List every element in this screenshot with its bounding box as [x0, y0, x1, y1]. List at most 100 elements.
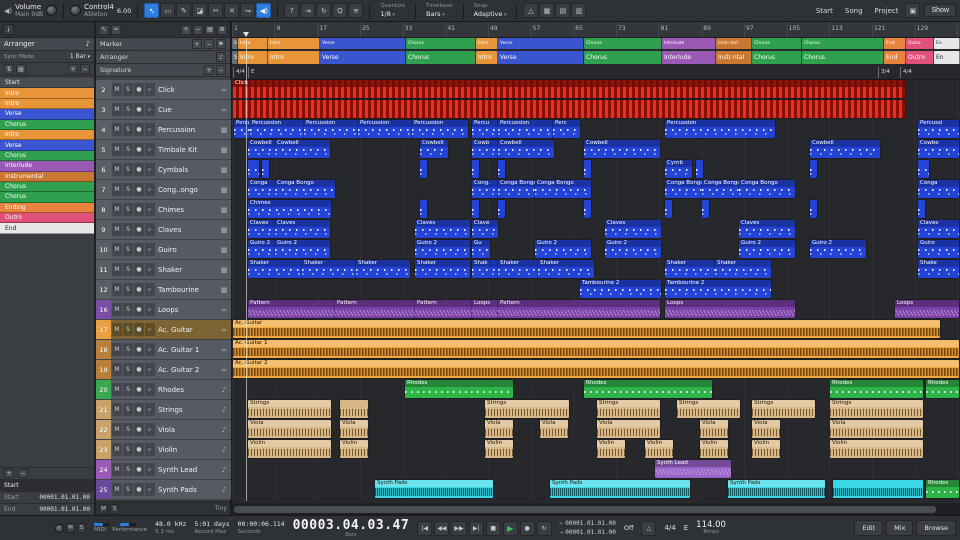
- clip-viola[interactable]: Viola: [248, 420, 331, 438]
- track-row-cymbals[interactable]: 6 M S ● ▹ Cymbals ▦: [96, 160, 231, 179]
- clip-cowbell[interactable]: Cowbell: [248, 140, 275, 158]
- clip-conga-bongo[interactable]: Conga Bongo: [535, 180, 591, 198]
- master-mute-button[interactable]: M: [66, 523, 75, 533]
- signature-marker[interactable]: 4/4: [233, 67, 245, 78]
- signature-marker[interactable]: 3/4: [878, 67, 890, 78]
- mute-button[interactable]: M: [112, 303, 122, 316]
- clip-shake[interactable]: Shake: [918, 260, 959, 278]
- clip-claves[interactable]: Claves: [918, 220, 959, 238]
- clip-loops[interactable]: Loops: [895, 300, 959, 318]
- arranger-segment-intro[interactable]: Intro: [238, 51, 268, 64]
- mute-button[interactable]: M: [112, 183, 122, 196]
- rewind-button[interactable]: ◀◀: [434, 520, 450, 536]
- clip-chimes[interactable]: [472, 200, 479, 218]
- clip-strings[interactable]: Strings: [248, 400, 331, 418]
- clip-percussi[interactable]: Percussi: [918, 120, 959, 138]
- clip-loops[interactable]: Loops: [472, 300, 498, 318]
- clip-cymbals[interactable]: [262, 160, 269, 178]
- clip-viola[interactable]: Viola: [700, 420, 728, 438]
- mute-button[interactable]: M: [112, 163, 122, 176]
- track-row-violin[interactable]: 23 M S ● ▹ Violin ♪: [96, 440, 231, 459]
- clip-shaker[interactable]: Shaker: [248, 260, 302, 278]
- track-row-ac-guitar[interactable]: 17 M S ● ▹ Ac. Guitar ≈: [96, 320, 231, 339]
- clip-rhodes[interactable]: Rhodes: [584, 380, 712, 398]
- mix-button[interactable]: Mix: [886, 520, 914, 536]
- selected-section-row[interactable]: Start: [0, 479, 94, 491]
- solo-button[interactable]: S: [123, 283, 133, 296]
- clip-tambourine-2[interactable]: Tambourine 2: [580, 280, 661, 298]
- solo-button[interactable]: S: [123, 303, 133, 316]
- clip-rhodes[interactable]: Rhodes: [830, 380, 923, 398]
- arranger-remove-icon[interactable]: −: [80, 64, 90, 74]
- arranger-segment-intro[interactable]: Intro: [268, 38, 320, 49]
- clip-cymbals[interactable]: [498, 160, 505, 178]
- monitor-button[interactable]: ▹: [145, 403, 155, 416]
- page-tab-start[interactable]: Start: [813, 5, 836, 17]
- solo-button[interactable]: S: [123, 123, 133, 136]
- clip-claves[interactable]: Claves: [275, 220, 330, 238]
- solo-button[interactable]: S: [123, 223, 133, 236]
- zoom-icon[interactable]: Q: [332, 3, 348, 18]
- clip-clave[interactable]: Clave: [472, 220, 498, 238]
- arranger-segment-verse[interactable]: Verse: [320, 38, 406, 49]
- clip-violin[interactable]: Violin: [700, 440, 728, 458]
- clip-cymbals[interactable]: [696, 160, 703, 178]
- arranger-segment-verse[interactable]: Verse: [498, 51, 584, 64]
- arrow-tool[interactable]: ↖: [144, 3, 160, 18]
- clip-claves[interactable]: Claves: [415, 220, 470, 238]
- solo-button[interactable]: S: [123, 83, 133, 96]
- arranger-section-interlude[interactable]: Interlude: [0, 161, 94, 172]
- clip-guiro-2[interactable]: Guiro 2: [605, 240, 661, 258]
- mute-button[interactable]: M: [112, 143, 122, 156]
- clip-violin[interactable]: Violin: [752, 440, 780, 458]
- mute-button[interactable]: M: [112, 363, 122, 376]
- solo-button[interactable]: S: [123, 423, 133, 436]
- track-row-synth-lead[interactable]: 24 M S ● ▹ Synth Lead ♪: [96, 460, 231, 479]
- clip-click[interactable]: Click: [233, 80, 905, 98]
- arranger-segment-en[interactable]: En: [934, 51, 960, 64]
- track-arrow-icon[interactable]: ↖: [99, 24, 109, 35]
- clip-rhodes[interactable]: Rhodes: [405, 380, 513, 398]
- clip-guiro-2[interactable]: Guiro 2: [810, 240, 866, 258]
- record-arm-button[interactable]: ●: [134, 423, 144, 436]
- monitor-button[interactable]: ▹: [145, 303, 155, 316]
- clip-conga-bongo[interactable]: Conga Bongo: [665, 180, 702, 198]
- clip-guiro-2[interactable]: Guiro 2: [248, 240, 275, 258]
- solo-button[interactable]: S: [123, 263, 133, 276]
- track-row-loops[interactable]: 16 M S ● ▹ Loops ≈: [96, 300, 231, 319]
- metronome-icon[interactable]: △: [523, 3, 539, 18]
- arranger-section-chorus[interactable]: Chorus: [0, 192, 94, 203]
- arranger-segment-chorus[interactable]: Chorus: [406, 51, 476, 64]
- clip-strings[interactable]: Strings: [597, 400, 660, 418]
- clip-percu[interactable]: Percu: [472, 120, 498, 138]
- clip-shaker[interactable]: Shaker: [356, 260, 410, 278]
- clip-guiro-2[interactable]: Guiro 2: [275, 240, 330, 258]
- clip-violin[interactable]: Violin: [830, 440, 923, 458]
- clip-chimes[interactable]: Chimes: [248, 200, 331, 218]
- global-mute-button[interactable]: M: [99, 503, 108, 514]
- track-height-select[interactable]: Tiny: [214, 505, 227, 512]
- range-tool[interactable]: ▭: [160, 3, 176, 18]
- master-knob[interactable]: [55, 523, 64, 533]
- forward-button[interactable]: ▶▶: [451, 520, 467, 536]
- track-row-shaker[interactable]: 11 M S ● ▹ Shaker ▦: [96, 260, 231, 279]
- clip-area[interactable]: ClickPercusPercussionPercussionPercussio…: [232, 80, 960, 500]
- marker-add-icon[interactable]: +: [192, 39, 202, 49]
- monitor-button[interactable]: ▹: [145, 83, 155, 96]
- monitor-button[interactable]: ▹: [145, 103, 155, 116]
- bend-tool[interactable]: ↝: [240, 3, 256, 18]
- global-solo-button[interactable]: S: [110, 503, 119, 514]
- clip-cymbals[interactable]: [248, 160, 259, 178]
- monitor-button[interactable]: ▹: [145, 363, 155, 376]
- inspector-toggle-icon[interactable]: i: [3, 24, 14, 35]
- clip-viola[interactable]: Viola: [485, 420, 513, 438]
- horizontal-scrollbar[interactable]: [232, 502, 960, 515]
- arranger-segment-outro[interactable]: Outro: [906, 38, 934, 49]
- arranger-segment-chorus[interactable]: Chorus: [584, 38, 662, 49]
- monitor-button[interactable]: ▹: [145, 283, 155, 296]
- record-arm-button[interactable]: ●: [134, 223, 144, 236]
- record-arm-button[interactable]: ●: [134, 303, 144, 316]
- clip-guiro-2[interactable]: Guiro 2: [739, 240, 795, 258]
- solo-button[interactable]: S: [123, 383, 133, 396]
- section-add-button[interactable]: +: [4, 469, 14, 478]
